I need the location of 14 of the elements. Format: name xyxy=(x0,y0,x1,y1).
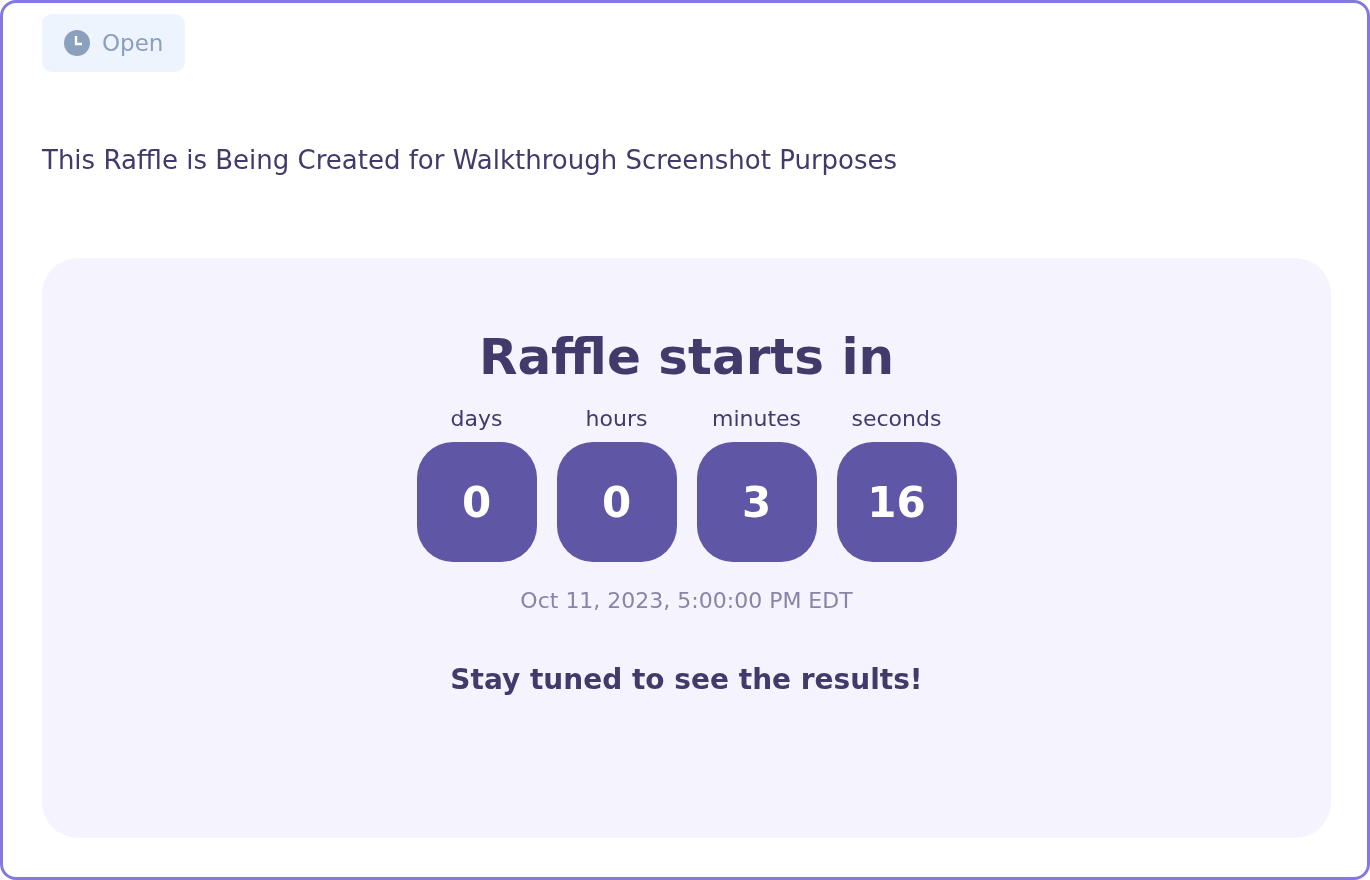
countdown-heading: Raffle starts in xyxy=(478,327,895,388)
unit-label: seconds xyxy=(851,405,942,433)
status-label: Open xyxy=(102,30,164,56)
countdown-value: 0 xyxy=(416,442,537,562)
raffle-title: This Raffle is Being Created for Walkthrough Screenshot Purposes xyxy=(42,144,899,177)
start-date: Oct 11, 2023, 5:00:00 PM EDT xyxy=(520,588,853,613)
unit-label: days xyxy=(450,405,503,433)
countdown-value: 3 xyxy=(696,442,817,562)
unit-label: minutes xyxy=(711,405,802,433)
countdown-value: 0 xyxy=(556,442,677,562)
unit-label: hours xyxy=(585,405,648,433)
clock-icon xyxy=(64,30,90,56)
results-message: Stay tuned to see the results! xyxy=(450,663,923,696)
countdown-value: 16 xyxy=(836,442,957,562)
